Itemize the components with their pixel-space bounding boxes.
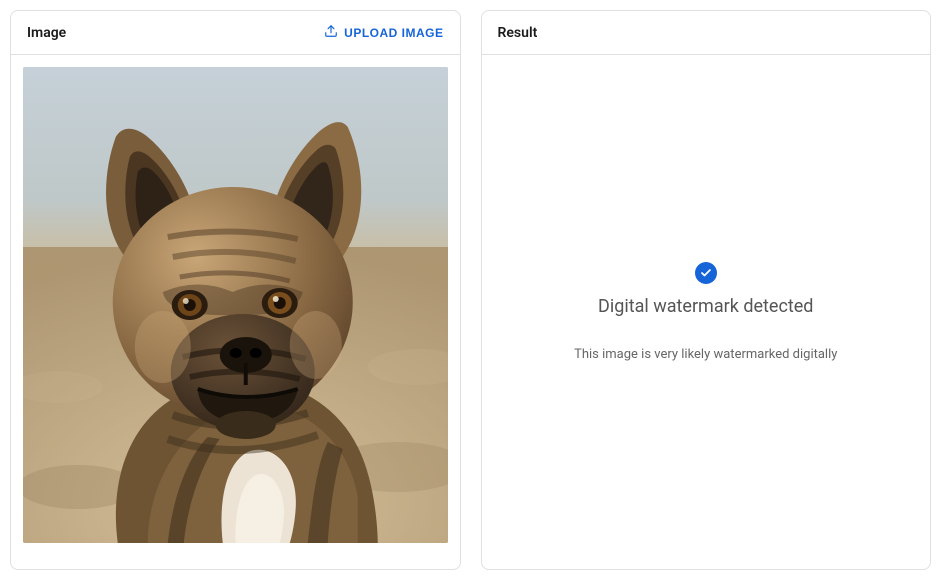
image-panel-body [11,55,460,569]
result-panel-body: Digital watermark detected This image is… [482,55,931,569]
image-panel: Image UPLOAD IMAGE [10,10,461,570]
result-panel-title: Result [498,25,538,41]
image-panel-header: Image UPLOAD IMAGE [11,11,460,55]
image-panel-title: Image [27,25,66,41]
result-subtitle: This image is very likely watermarked di… [574,347,837,362]
result-heading: Digital watermark detected [598,296,813,317]
result-panel-header: Result [482,11,931,55]
check-circle-icon [695,262,717,284]
upload-button-label: UPLOAD IMAGE [344,26,443,40]
upload-icon [324,24,338,41]
upload-image-button[interactable]: UPLOAD IMAGE [324,24,443,41]
uploaded-image [23,67,448,543]
main-container: Image UPLOAD IMAGE [10,10,931,570]
result-panel: Result Digital watermark detected This i… [481,10,932,570]
